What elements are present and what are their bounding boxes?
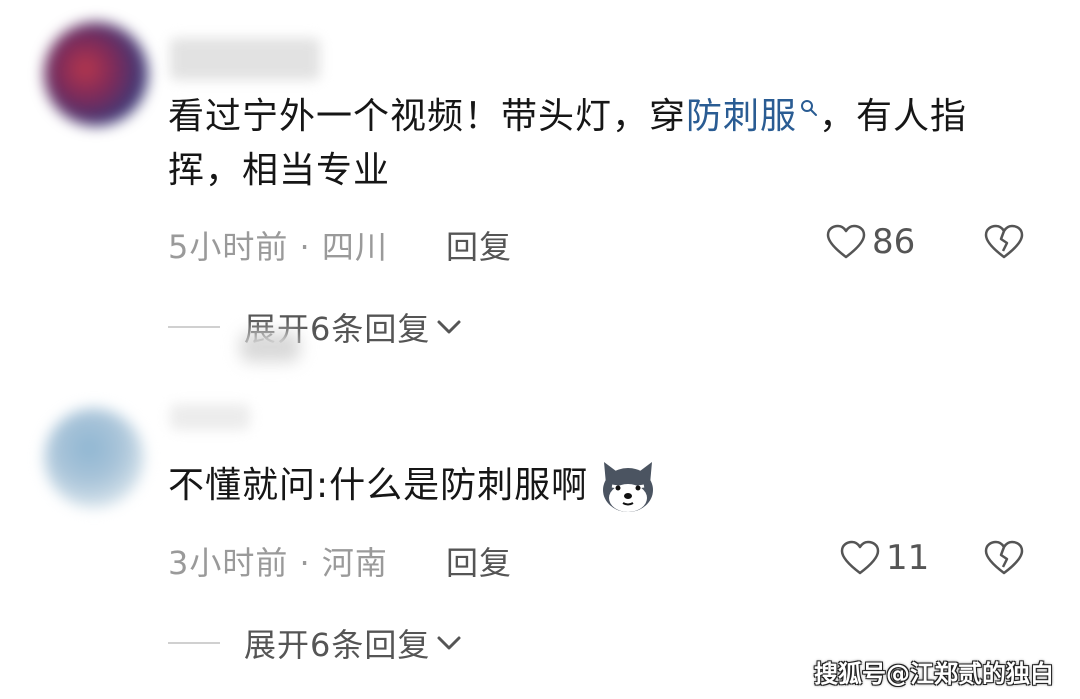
comment-text: 看过宁外一个视频！带头灯，穿防刺服 ，有人指挥，相当专业 xyxy=(168,90,1038,198)
broken-heart-icon[interactable] xyxy=(984,540,1024,576)
dog-face-emoji-icon xyxy=(603,462,654,512)
expand-replies-button[interactable]: 展开6条回复 xyxy=(168,620,462,666)
dislike-button[interactable] xyxy=(984,540,1024,580)
watermark: 搜狐号@江郑贰的独白 xyxy=(814,660,1054,688)
divider xyxy=(168,326,220,328)
comment-meta: 3小时前 · 河南 xyxy=(168,538,388,584)
divider xyxy=(168,642,220,644)
timestamp: 5小时前 xyxy=(168,228,289,266)
like-count: 86 xyxy=(872,222,916,262)
expand-replies-button[interactable]: 展开6条回复 xyxy=(168,304,462,350)
expand-replies-label[interactable]: 展开6条回复 xyxy=(244,620,430,666)
heart-icon[interactable] xyxy=(826,224,866,260)
heart-icon[interactable] xyxy=(840,540,880,576)
chevron-down-icon[interactable] xyxy=(436,317,462,337)
comment-meta: 5小时前 · 四川 xyxy=(168,222,388,268)
avatar[interactable] xyxy=(44,22,148,126)
broken-heart-icon[interactable] xyxy=(984,224,1024,260)
search-icon[interactable] xyxy=(799,98,819,118)
comment-text-part: 不懂就问:什么是防刺服啊 xyxy=(168,465,589,506)
avatar[interactable] xyxy=(44,408,144,508)
chevron-down-icon[interactable] xyxy=(436,633,462,653)
meta-separator: · xyxy=(299,228,311,266)
dislike-button[interactable] xyxy=(984,224,1024,264)
comment-item: 不懂就问:什么是防刺服啊 3小时前 · 河南 回复 11 展开6条回复 xyxy=(0,390,1080,699)
search-link[interactable]: 防刺服 xyxy=(686,96,819,137)
location: 河南 xyxy=(321,544,388,582)
username[interactable] xyxy=(170,38,320,80)
comment-text-part: 看过宁外一个视频！带头灯，穿 xyxy=(168,96,687,137)
username[interactable] xyxy=(170,404,250,430)
location: 四川 xyxy=(321,228,388,266)
like-button[interactable]: 11 xyxy=(840,538,929,578)
like-button[interactable]: 86 xyxy=(826,222,915,262)
search-link-label[interactable]: 防刺服 xyxy=(686,96,797,137)
timestamp: 3小时前 xyxy=(168,544,289,582)
reply-button[interactable]: 回复 xyxy=(446,538,512,584)
blurred-smudge xyxy=(240,332,300,362)
comment-text: 不懂就问:什么是防刺服啊 xyxy=(168,458,1038,516)
comment-item: 看过宁外一个视频！带头灯，穿防刺服 ，有人指挥，相当专业 5小时前 · 四川 回复… xyxy=(0,0,1080,375)
reply-button[interactable]: 回复 xyxy=(446,222,512,268)
like-count: 11 xyxy=(886,538,930,578)
meta-separator: · xyxy=(299,544,311,582)
